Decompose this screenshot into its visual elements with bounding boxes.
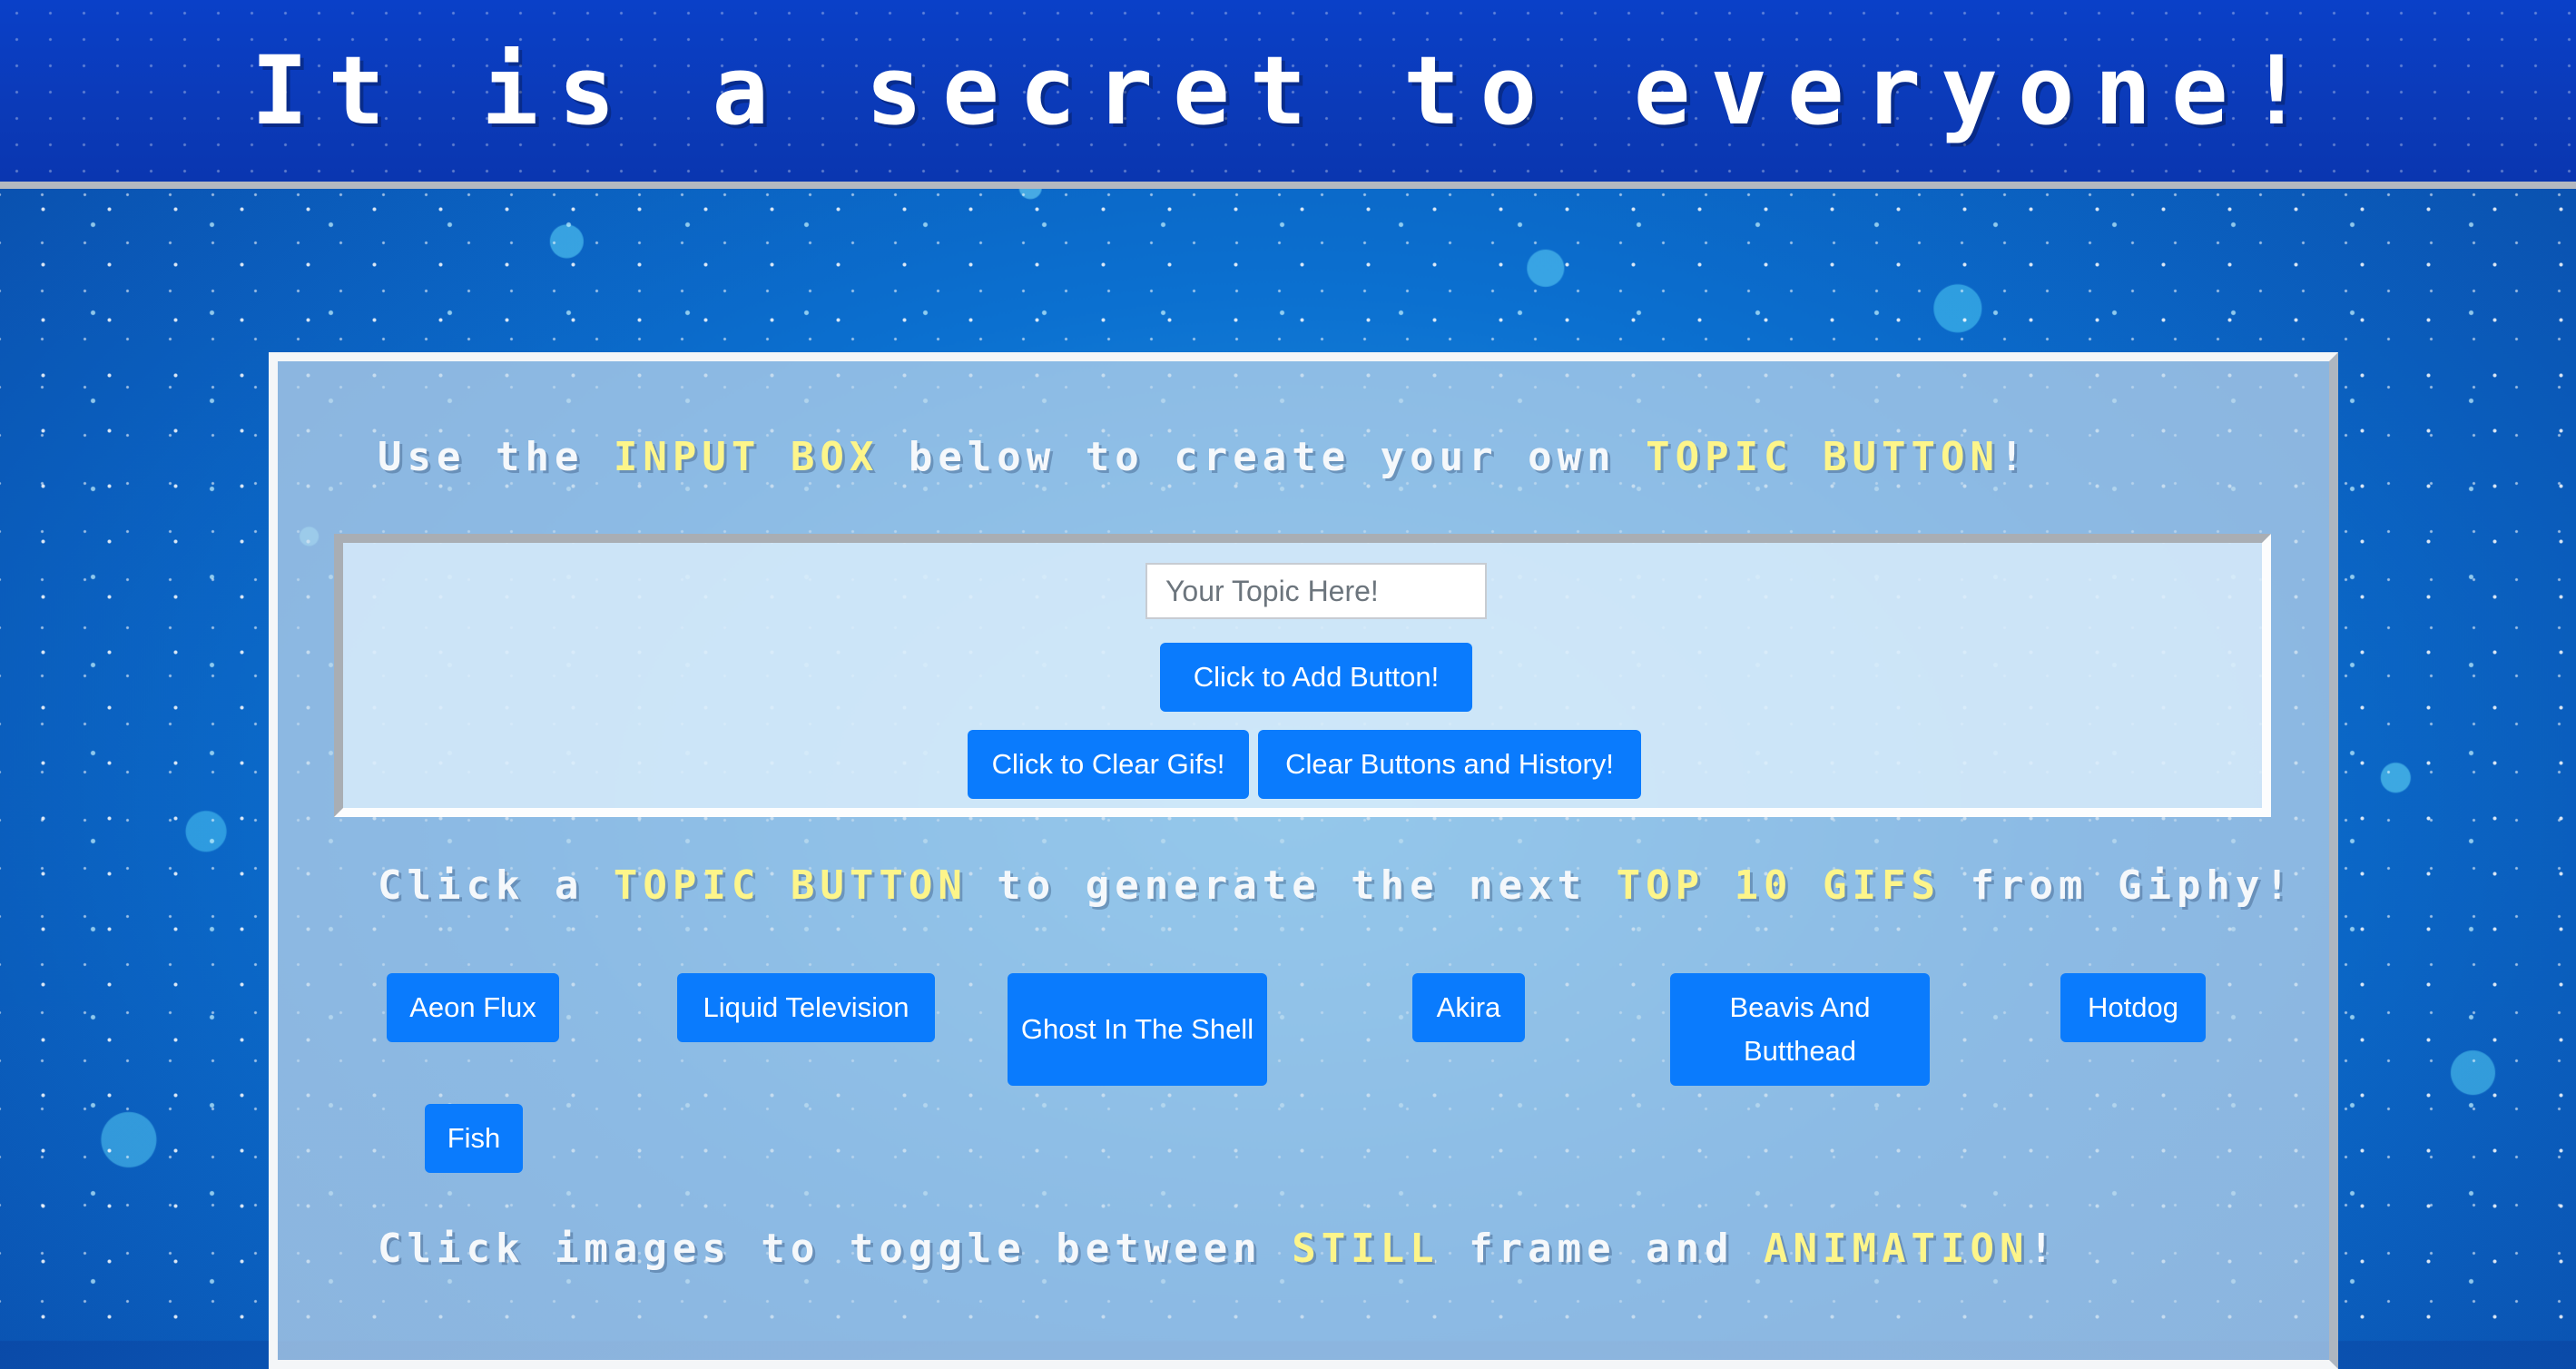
topic-button-fish[interactable]: Fish xyxy=(425,1104,523,1173)
clear-gifs-button[interactable]: Click to Clear Gifs! xyxy=(968,730,1249,799)
instruction-highlight: INPUT BOX xyxy=(613,434,880,480)
instruction-text: Use the xyxy=(378,434,614,480)
topic-button-aeon-flux[interactable]: Aeon Flux xyxy=(387,973,559,1042)
instruction-text: Click a xyxy=(378,862,614,909)
instruction-text: ! xyxy=(1999,434,2030,480)
instruction-text: to generate the next xyxy=(967,862,1617,909)
topic-input[interactable] xyxy=(1145,563,1487,619)
instruction-text: Click images to toggle between xyxy=(378,1226,1293,1272)
instruction-text: from Giphy! xyxy=(1941,862,2295,909)
page-title: It is a secret to everyone! xyxy=(251,35,2325,146)
instruction-topic-button: Click a TOPIC BUTTON to generate the nex… xyxy=(378,862,2295,909)
instruction-highlight: TOPIC BUTTON xyxy=(613,862,968,909)
header-banner: It is a secret to everyone! xyxy=(0,0,2576,189)
instruction-text: ! xyxy=(2029,1226,2059,1272)
main-panel: Use the INPUT BOX below to create your o… xyxy=(269,352,2338,1369)
instruction-text: below to create your own xyxy=(879,434,1647,480)
instruction-text: frame and xyxy=(1439,1226,1765,1272)
topic-button-akira[interactable]: Akira xyxy=(1412,973,1525,1042)
topic-button-ghost-in-the-shell[interactable]: Ghost In The Shell xyxy=(1008,973,1267,1086)
instruction-highlight: ANIMATION xyxy=(1764,1226,2030,1272)
topic-button-beavis-and-butthead[interactable]: Beavis And Butthead xyxy=(1670,973,1930,1086)
add-button[interactable]: Click to Add Button! xyxy=(1160,643,1472,712)
topic-button-hotdog[interactable]: Hotdog xyxy=(2060,973,2206,1042)
instruction-input-box: Use the INPUT BOX below to create your o… xyxy=(378,434,2029,480)
instruction-highlight: TOPIC BUTTON xyxy=(1646,434,2000,480)
instruction-toggle: Click images to toggle between STILL fra… xyxy=(378,1226,2059,1272)
clear-buttons-history-button[interactable]: Clear Buttons and History! xyxy=(1258,730,1641,799)
instruction-highlight: STILL xyxy=(1292,1226,1440,1272)
topic-button-liquid-television[interactable]: Liquid Television xyxy=(677,973,935,1042)
input-box: Click to Add Button! Click to Clear Gifs… xyxy=(334,534,2271,817)
instruction-highlight: TOP 10 GIFS xyxy=(1616,862,1942,909)
